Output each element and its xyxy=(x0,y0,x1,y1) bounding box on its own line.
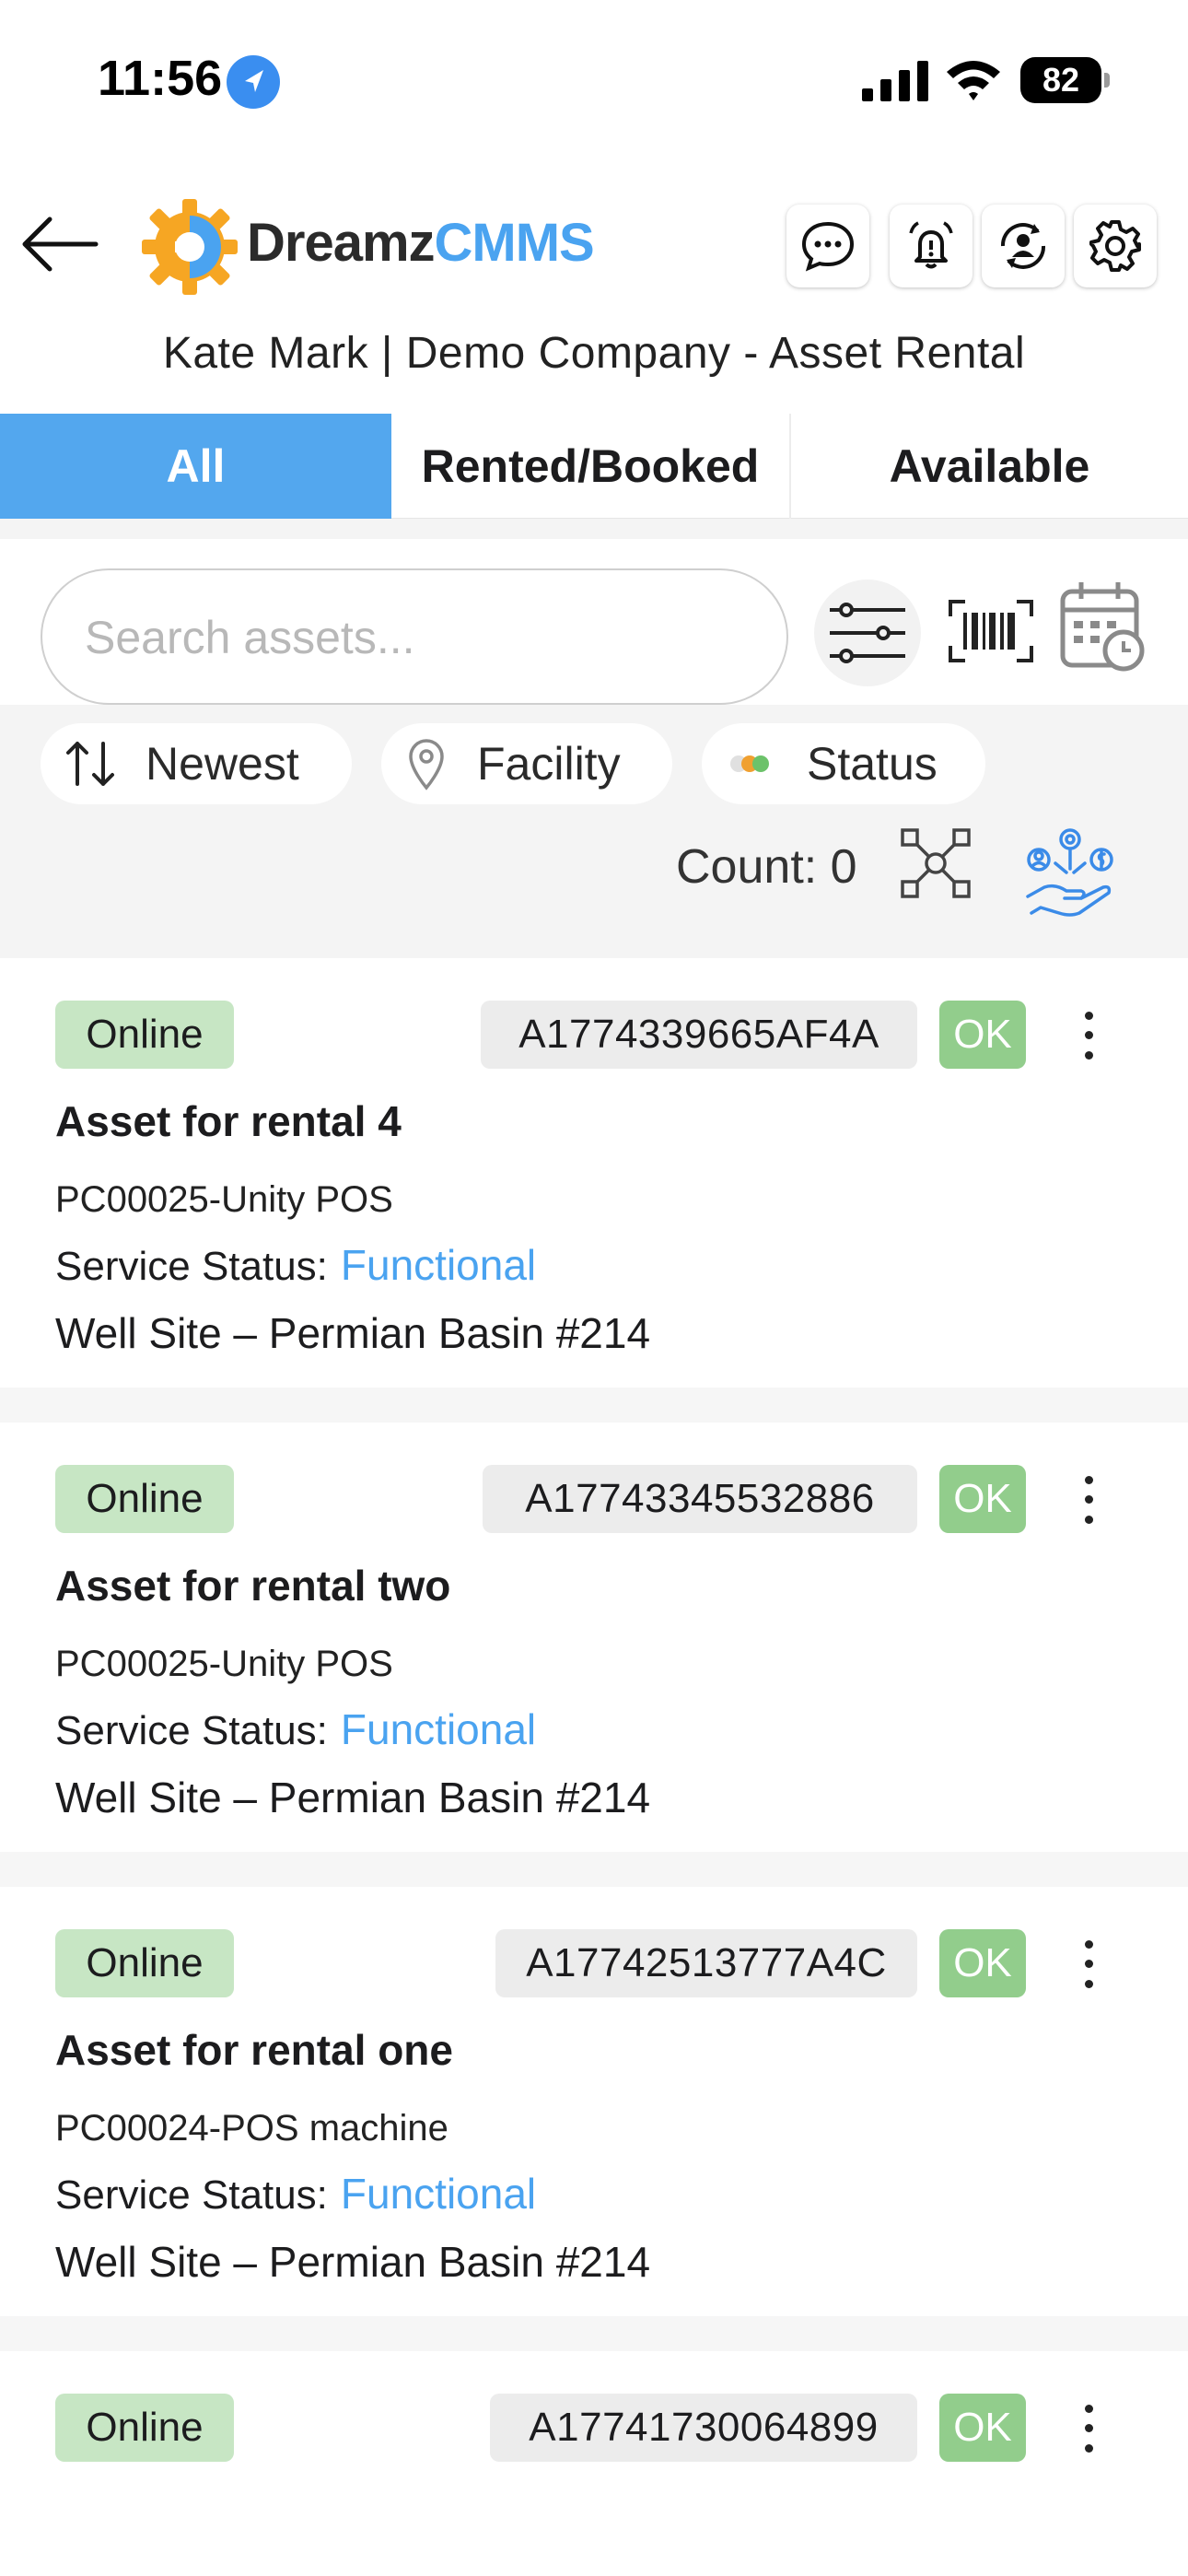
tab-available[interactable]: Available xyxy=(791,414,1188,519)
user-company-subtitle: Kate Mark | Demo Company - Asset Rental xyxy=(162,329,1026,378)
ok-badge: OK xyxy=(939,2394,1026,2462)
settings-button[interactable] xyxy=(1074,205,1157,287)
service-status-row: Service Status: Functional xyxy=(55,2169,536,2219)
asset-card[interactable]: Online A17742513777A4C OK Asset for rent… xyxy=(0,1887,1188,2316)
ok-badge: OK xyxy=(939,1465,1026,1533)
asset-model: PC00025-Unity POS xyxy=(55,1644,393,1684)
asset-code: A17742513777A4C xyxy=(495,1929,917,1997)
calendar-button[interactable] xyxy=(1057,576,1149,677)
more-options-button[interactable] xyxy=(1068,1006,1109,1065)
sort-chip[interactable]: Newest xyxy=(41,723,352,804)
logo-text-primary: Dreamz xyxy=(247,213,436,273)
asset-card[interactable]: Online A17743345532886 OK Asset for rent… xyxy=(0,1423,1188,1852)
more-options-button[interactable] xyxy=(1068,1935,1109,1994)
chat-button[interactable] xyxy=(786,205,869,287)
card-divider xyxy=(0,1852,1188,1887)
service-status-value: Functional xyxy=(340,1705,537,1753)
card-divider xyxy=(0,1388,1188,1423)
status-dots-icon xyxy=(730,755,769,772)
logo-text-secondary: CMMS xyxy=(434,213,595,273)
asset-location: Well Site – Permian Basin #214 xyxy=(55,1309,651,1357)
facility-chip-label: Facility xyxy=(477,738,621,790)
filter-button[interactable] xyxy=(814,580,921,686)
back-arrow-icon xyxy=(22,217,99,272)
location-arrow-icon xyxy=(227,55,280,109)
online-badge: Online xyxy=(55,1929,234,1997)
asset-location: Well Site – Permian Basin #214 xyxy=(55,2238,651,2286)
search-input[interactable]: Search assets... xyxy=(41,568,788,705)
filter-chips-area: Newest Facility Status Count: 0 xyxy=(0,705,1188,958)
asset-card[interactable]: Online A17741730064899 OK xyxy=(0,2351,1188,2576)
wifi-icon xyxy=(947,61,1000,100)
more-options-button[interactable] xyxy=(1068,1470,1109,1529)
chat-icon xyxy=(801,221,855,272)
service-status-label: Service Status: xyxy=(55,1708,328,1753)
search-toolbar: Search assets... xyxy=(0,539,1188,705)
rental-hand-icon[interactable] xyxy=(1019,823,1122,926)
status-bar: 11:56 82 xyxy=(0,0,1188,157)
asset-code: A17743345532886 xyxy=(483,1465,917,1533)
divider xyxy=(0,519,1188,539)
asset-location: Well Site – Permian Basin #214 xyxy=(55,1774,651,1821)
asset-model: PC00024-POS machine xyxy=(55,2108,448,2149)
ok-badge: OK xyxy=(939,1001,1026,1069)
more-options-button[interactable] xyxy=(1068,2399,1109,2458)
online-badge: Online xyxy=(55,1001,234,1069)
service-status-value: Functional xyxy=(340,2170,537,2218)
search-placeholder: Search assets... xyxy=(85,612,415,663)
logo-gear-icon xyxy=(142,199,238,295)
gear-icon xyxy=(1089,220,1141,272)
asset-name: Asset for rental 4 xyxy=(55,1097,402,1145)
user-sync-button[interactable] xyxy=(982,205,1065,287)
back-button[interactable] xyxy=(17,201,103,287)
barcode-scan-icon xyxy=(949,600,1033,662)
asset-name: Asset for rental two xyxy=(55,1562,451,1610)
asset-name: Asset for rental one xyxy=(55,2026,453,2074)
asset-code: A17741730064899 xyxy=(490,2394,917,2462)
service-status-row: Service Status: Functional xyxy=(55,1704,536,1754)
asset-count: Count: 0 xyxy=(676,840,857,894)
battery-level: 82 xyxy=(1042,61,1080,99)
tab-rented-booked[interactable]: Rented/Booked xyxy=(391,414,791,519)
facility-chip[interactable]: Facility xyxy=(381,723,672,804)
service-status-row: Service Status: Functional xyxy=(55,1240,536,1290)
alarm-bell-icon xyxy=(909,221,953,269)
card-divider xyxy=(0,2316,1188,2351)
asset-code: A1774339665AF4A xyxy=(481,1001,917,1069)
alarm-button[interactable] xyxy=(890,205,973,287)
calendar-clock-icon xyxy=(1060,582,1145,672)
status-time: 11:56 xyxy=(98,51,223,106)
app-logo-text: DreamzCMMS xyxy=(247,212,595,274)
sort-chip-label: Newest xyxy=(146,738,299,790)
location-pin-icon xyxy=(409,739,444,790)
network-nodes-icon[interactable] xyxy=(899,826,973,900)
signal-icon xyxy=(862,61,928,101)
asset-tabs: All Rented/Booked Available xyxy=(0,414,1188,519)
asset-card[interactable]: Online A1774339665AF4A OK Asset for rent… xyxy=(0,958,1188,1388)
online-badge: Online xyxy=(55,1465,234,1533)
ok-badge: OK xyxy=(939,1929,1026,1997)
sort-arrows-icon xyxy=(66,742,114,786)
battery-indicator: 82 xyxy=(1020,57,1110,103)
service-status-label: Service Status: xyxy=(55,2172,328,2218)
user-sync-icon xyxy=(1000,223,1046,269)
service-status-value: Functional xyxy=(340,1241,537,1289)
sliders-icon xyxy=(830,603,905,663)
barcode-scan-button[interactable] xyxy=(945,585,1037,677)
asset-model: PC00025-Unity POS xyxy=(55,1179,393,1220)
status-chip-label: Status xyxy=(807,738,938,790)
status-chip[interactable]: Status xyxy=(702,723,985,804)
online-badge: Online xyxy=(55,2394,234,2462)
service-status-label: Service Status: xyxy=(55,1244,328,1289)
tab-all[interactable]: All xyxy=(0,414,391,519)
app-header: DreamzCMMS xyxy=(0,184,1188,304)
